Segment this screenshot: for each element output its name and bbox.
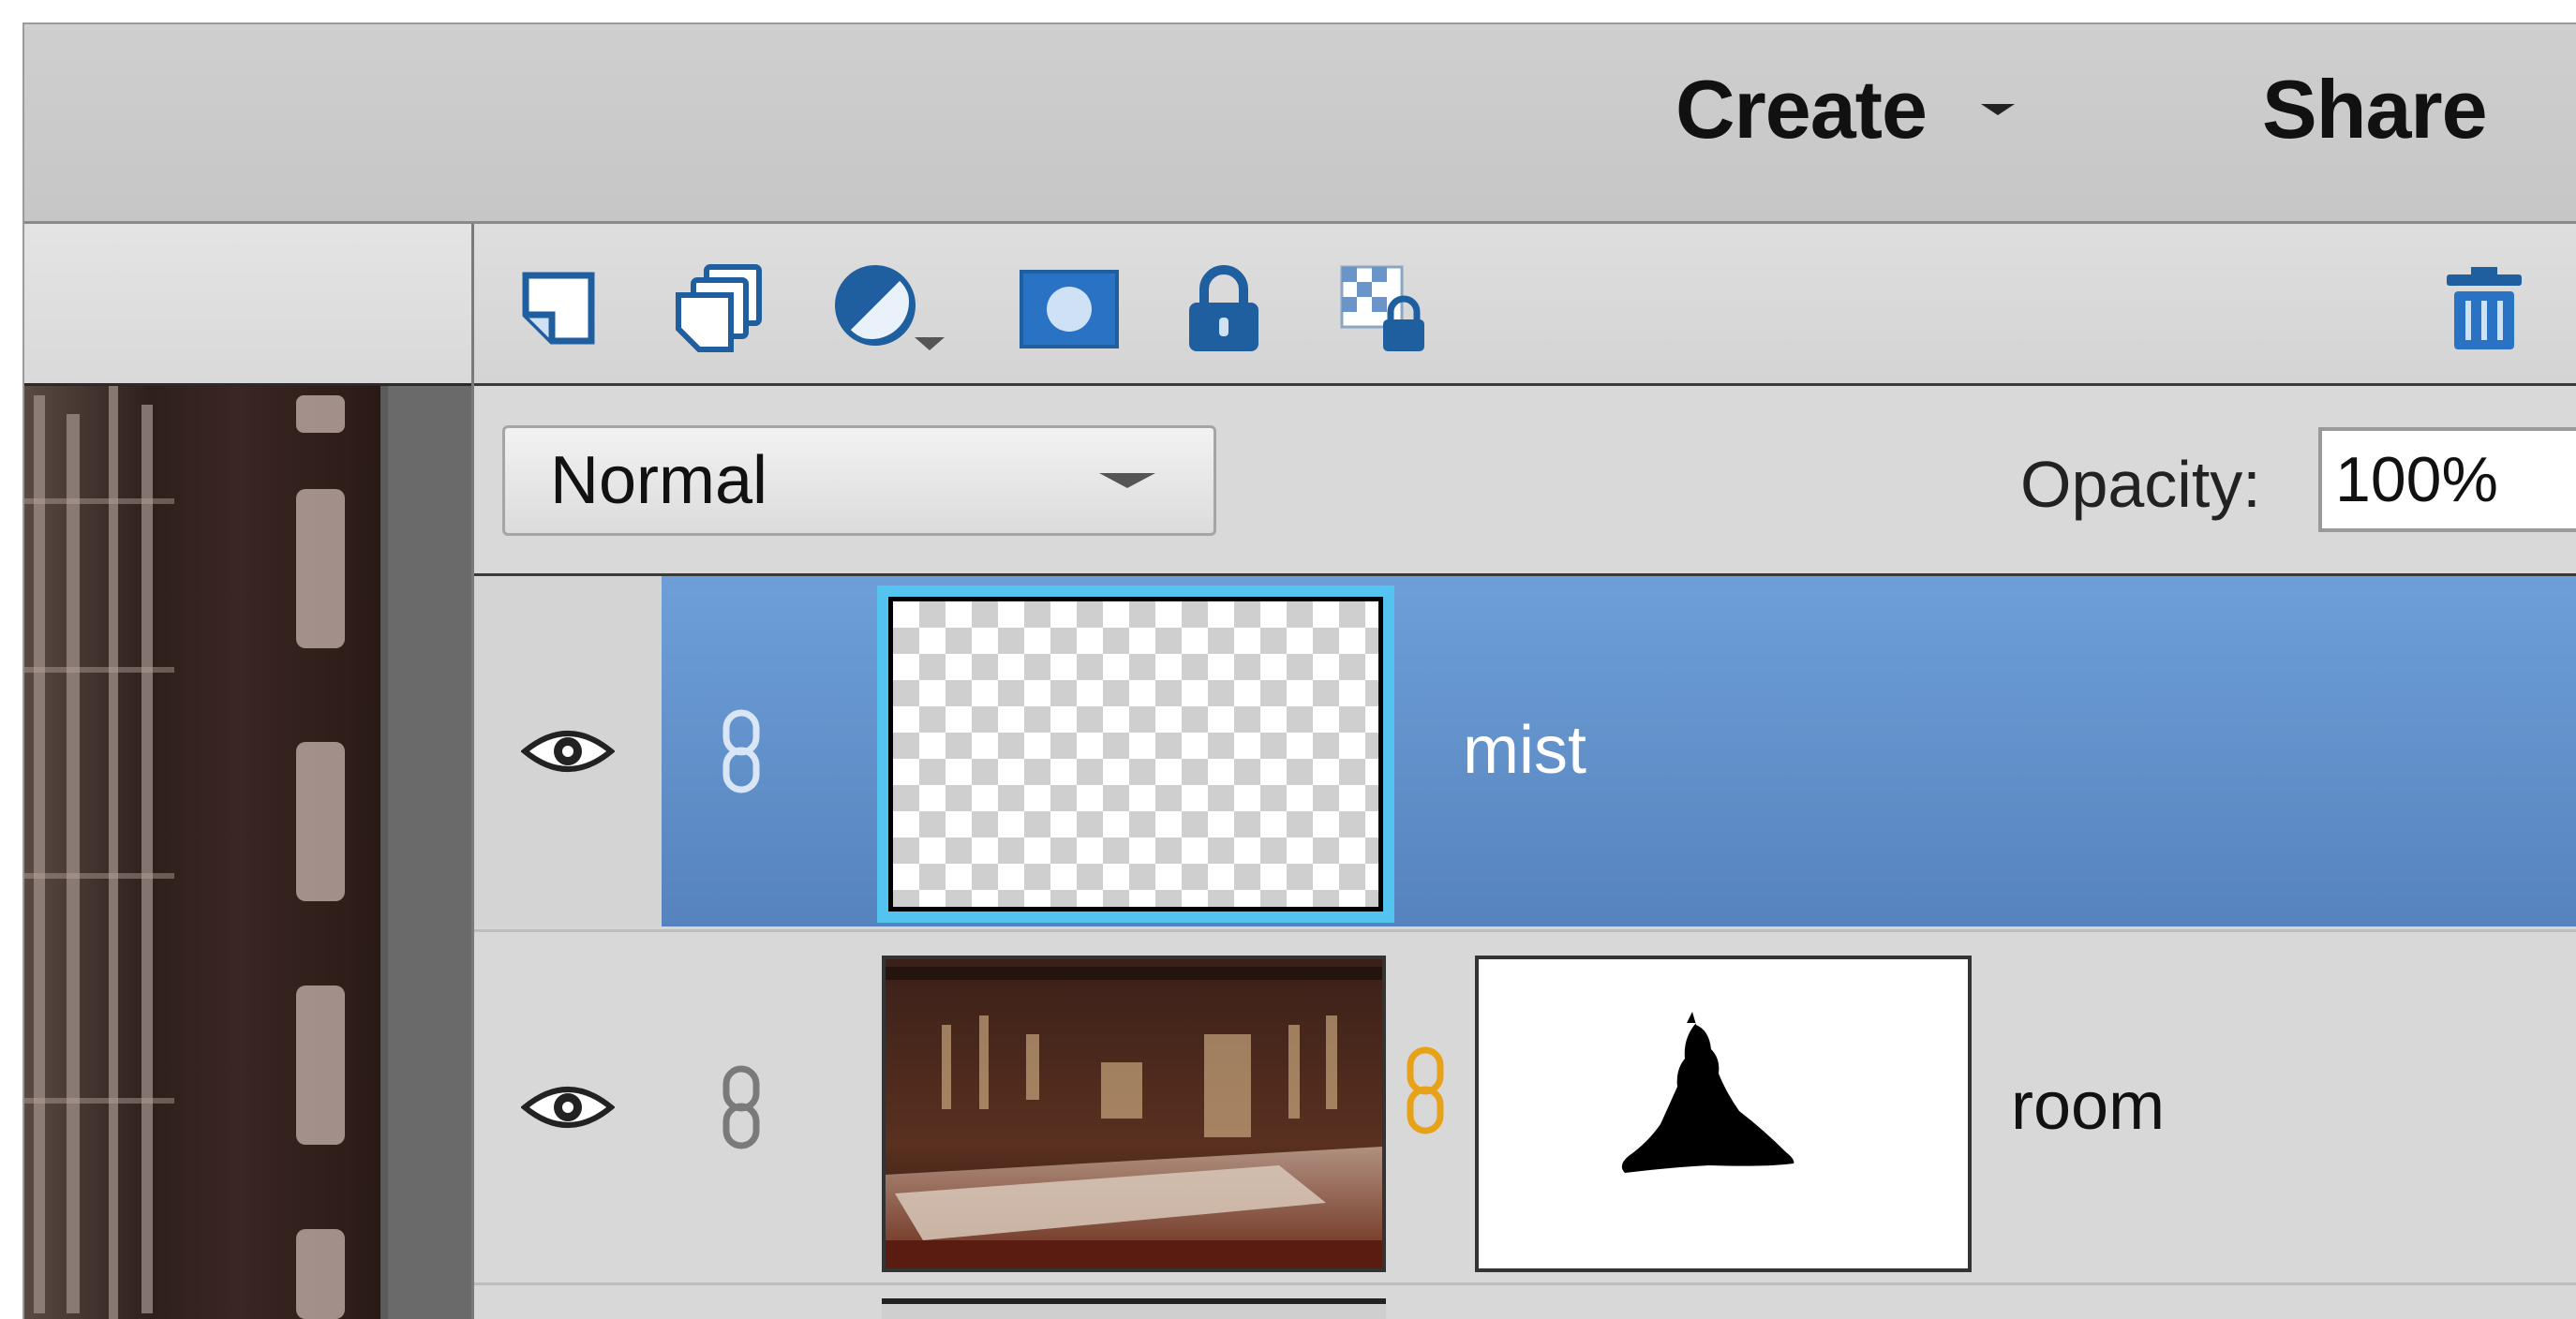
layer-row-room[interactable]: room — [474, 929, 2576, 1282]
layer-row-mist[interactable]: mist — [474, 576, 2576, 926]
layer-row-partial[interactable] — [474, 1282, 2576, 1319]
lock-transparent-icon[interactable] — [1336, 261, 1430, 355]
opacity-label: Opacity: — [2020, 448, 2261, 521]
layer-thumbnail-mist[interactable] — [877, 585, 1394, 923]
blend-mode-dropdown[interactable]: Normal — [502, 425, 1216, 536]
top-menu-bar: Create Share — [24, 24, 2576, 224]
photoshop-elements-window: Create Share Normal Opacity: 100% mist r… — [22, 22, 2576, 1319]
layers-toolbar — [474, 224, 2576, 386]
canvas-image — [24, 386, 380, 1319]
transparent-checkerboard — [888, 597, 1383, 911]
lock-all-icon[interactable] — [1177, 261, 1271, 355]
mask-link-icon[interactable] — [1397, 1045, 1453, 1138]
layer-thumbnail-room[interactable] — [882, 956, 1386, 1272]
visibility-eye-icon[interactable] — [521, 723, 615, 779]
blend-mode-value: Normal — [550, 443, 768, 518]
opacity-field[interactable]: 100% — [2318, 427, 2576, 532]
layer-mask-icon[interactable] — [1013, 261, 1125, 355]
mask-silhouette — [1621, 1012, 1794, 1173]
room-image — [886, 959, 1382, 1268]
adjustment-layer-icon[interactable] — [830, 261, 961, 355]
layers-panel: Normal Opacity: 100% mist room — [471, 224, 2576, 1319]
share-menu-label: Share — [2262, 63, 2488, 156]
link-icon[interactable] — [713, 709, 769, 793]
blend-options-row: Normal Opacity: 100% — [474, 386, 2576, 576]
layer-name-room[interactable]: room — [2011, 1068, 2165, 1145]
panel-tab-area — [24, 224, 474, 383]
new-group-icon[interactable] — [671, 261, 765, 355]
create-menu-label: Create — [1675, 63, 1928, 156]
link-icon[interactable] — [713, 1065, 769, 1149]
share-menu[interactable]: Share — [2262, 58, 2488, 161]
canvas-scrollbar[interactable] — [380, 386, 471, 1319]
layer-mask-thumbnail-room[interactable] — [1475, 956, 1972, 1272]
new-layer-icon[interactable] — [512, 261, 605, 355]
visibility-eye-icon[interactable] — [521, 1079, 615, 1135]
document-canvas[interactable] — [24, 386, 380, 1319]
chevron-down-icon — [1980, 104, 2015, 115]
trash-icon[interactable] — [2437, 261, 2531, 355]
create-menu[interactable]: Create — [1675, 58, 2017, 161]
chevron-down-icon — [1099, 473, 1155, 488]
layer-name-mist[interactable]: mist — [1463, 712, 1586, 789]
layer-thumbnail-partial — [882, 1298, 1386, 1319]
